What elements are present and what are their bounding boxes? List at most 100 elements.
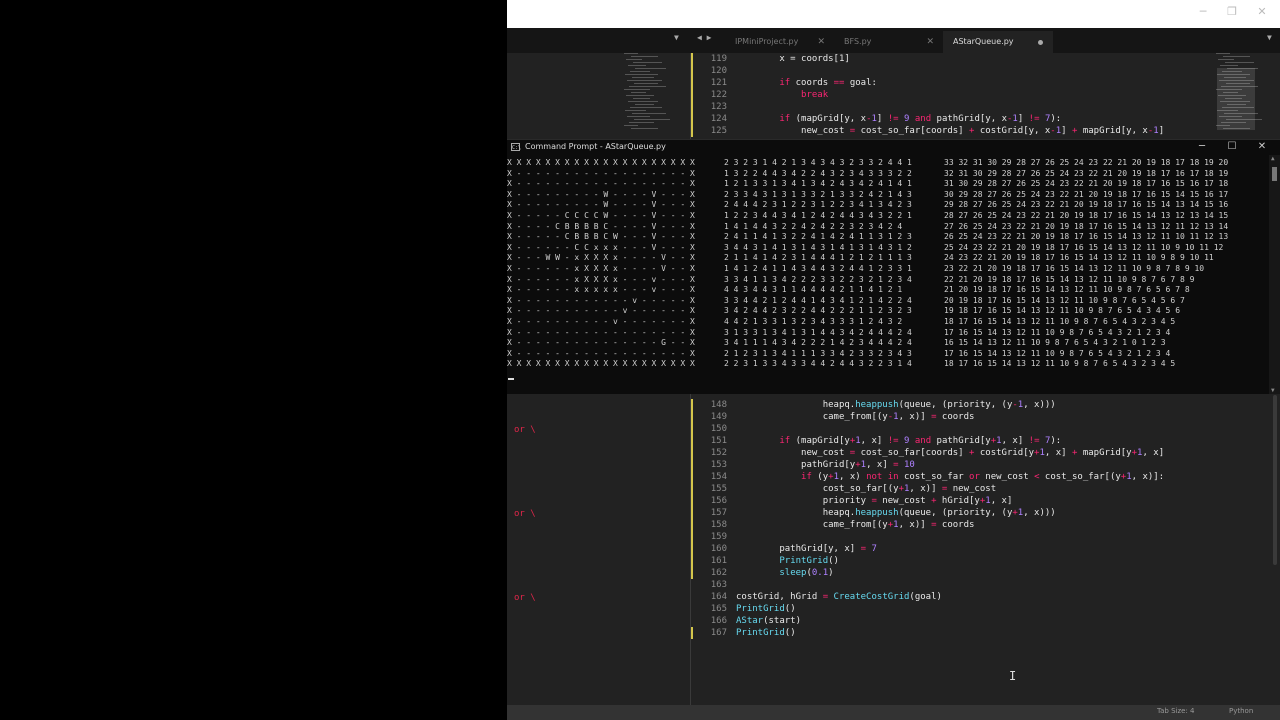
minimap-line	[632, 113, 666, 114]
cmd-output-row: X - - - - - - - - - - - - - - - - - - X 1…	[507, 179, 1267, 190]
line-number: 153	[710, 460, 727, 470]
syntax-status[interactable]: Python	[1229, 707, 1253, 715]
tab-nav-arrows-icon[interactable]: ◀ ▶	[697, 33, 711, 42]
line-number: 163	[710, 580, 727, 590]
code-line: 162 sleep(0.1)	[691, 567, 834, 579]
modified-line-marker	[691, 567, 693, 579]
code-text: if (mapGrid[y+1, x] != 9 and pathGrid[y+…	[779, 436, 1062, 446]
modified-line-marker	[691, 555, 693, 567]
code-text: sleep(0.1)	[779, 568, 834, 578]
cost-row: 3 3 4 4 2 1 2 4 4 1 4 3 4 1 2 1 4 2 2 4	[724, 295, 912, 305]
modified-line-marker	[691, 519, 693, 531]
tab-2[interactable]: AStarQueue.py	[943, 31, 1053, 53]
modified-line-marker	[691, 471, 693, 483]
minimap-line	[631, 56, 658, 57]
code-line: 149 came_from[(y-1, x)] = coords	[691, 411, 974, 423]
grid-row: X - - - - - - - - - - - - - - - G - - X	[507, 338, 695, 348]
heuristic-row: 18 17 16 15 14 13 12 11 10 9 8 7 6 5 4 3…	[944, 359, 1176, 369]
minimap-line	[1216, 53, 1230, 54]
code-text: new_cost = cost_so_far[coords] + costGri…	[736, 448, 1165, 458]
minimap-line	[631, 92, 646, 93]
cost-row: 3 1 3 3 1 3 4 1 3 1 4 4 3 4 2 4 4 4 2 4	[724, 327, 912, 337]
tab-0[interactable]: IPMiniProject.py ✕	[725, 31, 833, 53]
grid-row: X - - - - C B B B B C - - - - V - - - X	[507, 221, 695, 231]
cmd-output-row: X - - - - - - - - - - - v - - - - - - X 3…	[507, 306, 1267, 317]
cost-row: 1 2 2 3 4 4 3 4 1 2 4 2 4 4 3 4 3 2 2 1	[724, 211, 912, 220]
close-button[interactable]: ✕	[1252, 4, 1272, 20]
line-number: 123	[710, 102, 727, 112]
heuristic-row: 30 29 28 27 26 25 24 23 22 21 20 19 18 1…	[944, 189, 1229, 199]
cmd-maximize-button[interactable]: ☐	[1225, 141, 1239, 153]
tab-label: IPMiniProject.py	[735, 37, 799, 46]
grid-row: X - - - - - - - - - - - v - - - - - - X	[507, 306, 695, 316]
cmd-close-button[interactable]: ✕	[1255, 141, 1269, 153]
cost-row: 1 3 2 2 4 4 3 4 2 2 4 3 2 3 4 3 3 3 2 2	[724, 168, 912, 178]
code-line: 119 x = coords[1]	[691, 53, 850, 65]
tab-close-icon[interactable]: ✕	[926, 31, 934, 53]
heuristic-row: 17 16 15 14 13 12 11 10 9 8 7 6 5 4 3 2 …	[944, 348, 1171, 358]
heuristic-row: 28 27 26 25 24 23 22 21 20 19 18 17 16 1…	[944, 211, 1229, 220]
cmd-output-row: X - - - - - - - - - - v - - - - - - - X 4…	[507, 317, 1267, 328]
code-line: 157 heapq.heappush(queue, (priority, (y+…	[691, 507, 1056, 519]
code-line: 156 priority = new_cost + hGrid[y+1, x]	[691, 495, 1012, 507]
modified-line-marker	[691, 507, 693, 519]
cost-row: 4 4 3 4 4 3 1 1 4 4 4 4 2 1 1 4 1 2 1	[724, 285, 903, 295]
grid-row: X X X X X X X X X X X X X X X X X X X X	[507, 158, 695, 167]
cmd-output-row: X - - - - - C C C C W - - - - V - - - X 1…	[507, 211, 1267, 222]
line-number: 162	[710, 568, 727, 578]
cmd-output-row: X X X X X X X X X X X X X X X X X X X X 2…	[507, 158, 1267, 169]
cmd-output-row: X - - - - - - x X X X x - - - - V - - X 1…	[507, 264, 1267, 275]
modified-line-marker	[691, 543, 693, 555]
code-text: PrintGrid()	[736, 604, 796, 614]
minimap-line	[634, 83, 658, 84]
minimap-line	[628, 101, 658, 102]
unsaved-dot-icon[interactable]	[1038, 40, 1043, 45]
line-number: 151	[710, 436, 727, 446]
restore-button[interactable]: ❐	[1222, 4, 1242, 20]
tab-label: AStarQueue.py	[953, 37, 1014, 46]
side-or-3: or \	[514, 593, 536, 603]
code-line: 124 if (mapGrid[y, x-1] != 9 and pathGri…	[691, 113, 1061, 125]
tab-overflow-icon[interactable]: ▼	[1267, 33, 1272, 42]
line-number: 157	[710, 508, 727, 518]
cmd-scroll-thumb[interactable]	[1272, 167, 1277, 181]
line-number: 154	[710, 472, 727, 482]
tab-size-status[interactable]: Tab Size: 4	[1157, 707, 1194, 715]
cmd-scroll-down-icon[interactable]: ▼	[1271, 387, 1275, 394]
grid-row: X - - - - - C C C C W - - - - V - - - X	[507, 211, 695, 220]
tab-dropdown-icon[interactable]: ▼	[674, 33, 679, 42]
code-line: 164 costGrid, hGrid = CreateCostGrid(goal…	[691, 591, 942, 603]
line-number: 150	[710, 424, 727, 434]
cmd-output-row: X - - - - C B B B B C - - - - V - - - X 1…	[507, 222, 1267, 233]
line-number: 122	[710, 90, 727, 100]
modified-line-marker	[691, 627, 693, 639]
command-prompt-window[interactable]: C:\ Command Prompt - AStarQueue.py ─ ☐ ✕…	[507, 139, 1280, 394]
cmd-scrollbar[interactable]: ▲ ▼	[1269, 155, 1280, 394]
cost-row: 3 4 4 3 1 4 1 3 1 4 3 1 4 1 3 1 4 3 1 2	[724, 242, 912, 252]
cmd-output-row: X - - - - - - x X X X x - - - v - - - X 3…	[507, 275, 1267, 286]
tab-close-icon[interactable]: ✕	[817, 31, 825, 53]
modified-line-marker	[691, 399, 693, 411]
grid-row: X - - - W W - x X X X x - - - - V - - X	[507, 253, 695, 263]
editor-scrollbar[interactable]	[1273, 395, 1277, 565]
heuristic-row: 29 28 27 26 25 24 23 22 21 20 19 18 17 1…	[944, 200, 1229, 210]
tab-1[interactable]: BFS.py ✕	[834, 31, 942, 53]
cmd-output-row: X - - - - - C B B B C W - - - V - - - X 2…	[507, 232, 1267, 243]
line-number: 156	[710, 496, 727, 506]
code-text: x = coords[1]	[736, 54, 850, 64]
code-text: if coords == goal:	[779, 78, 877, 88]
minimap-viewport[interactable]	[1217, 68, 1255, 130]
grid-row: X - - - - - - - - - - - - - - - - - - X	[507, 348, 695, 358]
line-number: 161	[710, 556, 727, 566]
cmd-minimize-button[interactable]: ─	[1195, 141, 1209, 153]
heuristic-row: 19 18 17 16 15 14 13 12 11 10 9 8 7 6 5 …	[944, 306, 1181, 316]
minimize-button[interactable]: ─	[1193, 4, 1213, 20]
heuristic-row: 18 17 16 15 14 13 12 11 10 9 8 7 6 5 4 3…	[944, 317, 1176, 326]
grid-row: X - - - - - - - - - - - - - - - - - - X	[507, 168, 695, 178]
left-pane-minimap[interactable]	[624, 53, 679, 133]
code-line: 123	[691, 101, 727, 113]
code-line: 153 pathGrid[y+1, x] = 10	[691, 459, 915, 471]
modified-line-marker	[691, 113, 693, 125]
cmd-scroll-up-icon[interactable]: ▲	[1271, 155, 1275, 162]
code-text: PrintGrid()	[779, 556, 839, 566]
